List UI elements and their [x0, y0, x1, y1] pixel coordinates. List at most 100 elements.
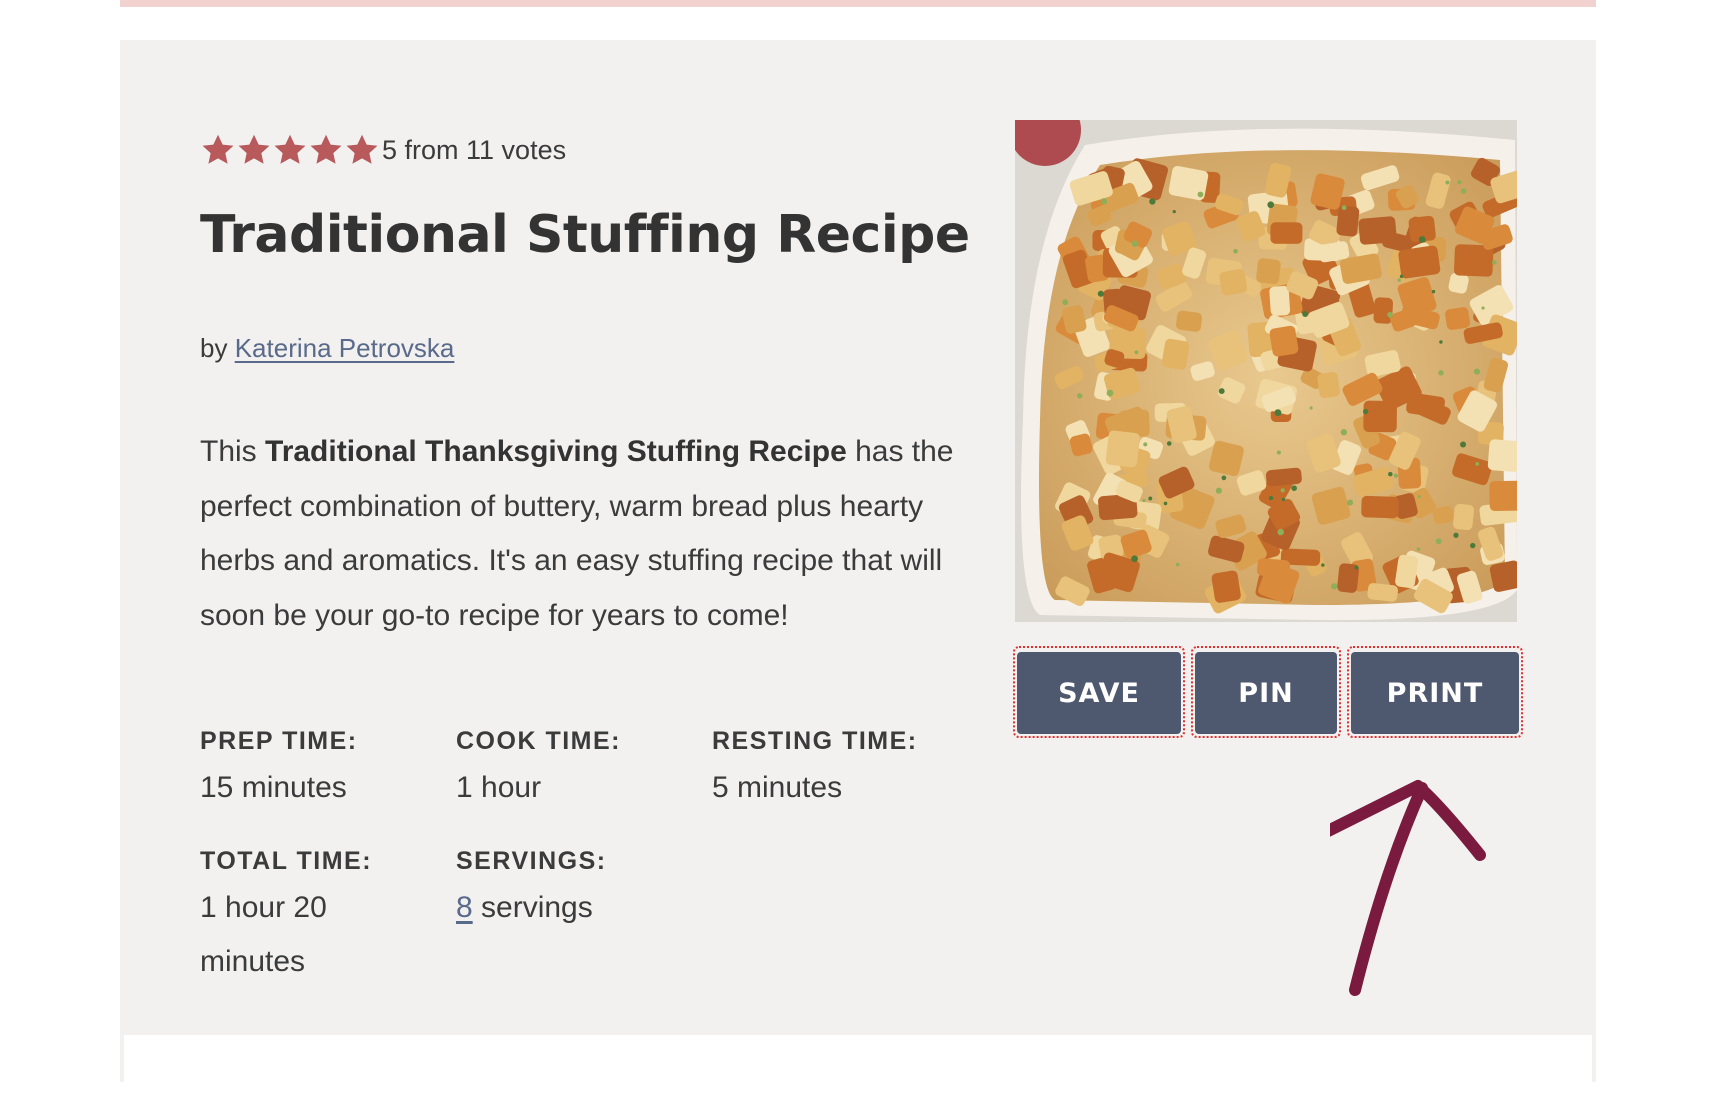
- recipe-rating[interactable]: 5 from 11 votes: [200, 130, 566, 170]
- bread-cube: [1265, 467, 1302, 487]
- rating-summary: 5 from 11 votes: [382, 134, 567, 165]
- herb-fleck: [1431, 289, 1436, 294]
- herb-fleck: [1142, 498, 1146, 503]
- summary-intro: This: [200, 435, 257, 468]
- herb-fleck: [1309, 406, 1313, 410]
- herb-fleck: [1473, 368, 1481, 375]
- recipe-photo: [1015, 120, 1517, 622]
- author-link[interactable]: Katerina Petrovska: [235, 333, 455, 363]
- herb-fleck: [1457, 179, 1462, 185]
- bread-cube: [1269, 285, 1291, 316]
- herb-fleck: [1221, 475, 1227, 481]
- bread-cube: [1219, 269, 1248, 296]
- bread-cube: [1361, 495, 1399, 519]
- save-button[interactable]: SAVE: [1017, 652, 1181, 734]
- herb-fleck: [1097, 290, 1104, 297]
- print-button[interactable]: PRINT: [1351, 652, 1519, 734]
- servings-value: 8 servings: [456, 881, 696, 935]
- top-accent-bar: [120, 0, 1596, 7]
- pin-button[interactable]: PIN: [1195, 652, 1337, 734]
- herb-fleck: [1218, 388, 1225, 394]
- herb-fleck: [1276, 450, 1281, 455]
- herb-fleck: [1321, 563, 1325, 567]
- servings-label: SERVINGS:: [456, 847, 607, 875]
- rating-stars[interactable]: [200, 132, 380, 168]
- herb-fleck: [1268, 495, 1274, 501]
- cook-time-label: COOK TIME:: [456, 727, 621, 755]
- recipe-byline: by Katerina Petrovska: [200, 333, 454, 364]
- bread-cube: [1489, 480, 1517, 512]
- resting-time-label: RESTING TIME:: [712, 727, 918, 755]
- bread-cube: [1367, 583, 1398, 602]
- herb-fleck: [1330, 583, 1338, 590]
- herb-fleck: [1354, 565, 1359, 570]
- resting-time-value: 5 minutes: [712, 771, 843, 804]
- bread-cube: [1363, 400, 1397, 433]
- recipe-summary: This Traditional Thanksgiving Stuffing R…: [200, 425, 960, 643]
- herb-fleck: [1134, 350, 1139, 355]
- herb-fleck: [1076, 393, 1083, 399]
- bread-cube: [1453, 503, 1475, 531]
- herb-fleck: [1453, 532, 1459, 538]
- star-icon[interactable]: [272, 132, 308, 168]
- servings-count-link[interactable]: 8: [456, 891, 473, 924]
- bread-cube: [1175, 310, 1203, 332]
- summary-highlight: Traditional Thanksgiving Stuffing Recipe: [265, 435, 847, 468]
- herb-fleck: [1470, 542, 1476, 549]
- herb-fleck: [1416, 547, 1421, 551]
- herb-fleck: [1062, 299, 1069, 306]
- herb-fleck: [1280, 488, 1285, 493]
- herb-fleck: [1387, 312, 1393, 318]
- herb-fleck: [1460, 441, 1467, 448]
- herb-fleck: [1475, 462, 1480, 466]
- star-icon[interactable]: [344, 132, 380, 168]
- star-icon[interactable]: [236, 132, 272, 168]
- bread-cube: [1445, 307, 1471, 330]
- herb-fleck: [1281, 497, 1286, 502]
- herb-fleck: [1399, 274, 1404, 279]
- herb-fleck: [1215, 487, 1222, 494]
- bread-cube: [1336, 205, 1360, 237]
- herb-fleck: [1131, 240, 1139, 247]
- herb-fleck: [1388, 471, 1393, 477]
- star-icon[interactable]: [308, 132, 344, 168]
- herb-fleck: [1166, 441, 1172, 446]
- total-time-value: 1 hour 20 minutes: [200, 891, 327, 978]
- total-time: TOTAL TIME: 1 hour 20 minutes: [200, 843, 415, 989]
- prep-time: PREP TIME: 15 minutes: [200, 723, 440, 815]
- bread-cube: [1487, 439, 1517, 472]
- servings: SERVINGS: 8 servings: [456, 843, 696, 935]
- total-time-label: TOTAL TIME:: [200, 847, 373, 875]
- prep-time-value: 15 minutes: [200, 771, 347, 804]
- recipe-card: 5 from 11 votes Traditional Stuffing Rec…: [120, 40, 1596, 1095]
- herb-fleck: [1435, 538, 1442, 545]
- herb-fleck: [1397, 278, 1401, 282]
- herb-fleck: [1277, 528, 1284, 536]
- recipe-title: Traditional Stuffing Recipe: [200, 205, 970, 265]
- bread-cube: [1398, 245, 1441, 279]
- servings-unit: servings: [481, 891, 593, 924]
- prep-time-label: PREP TIME:: [200, 727, 358, 755]
- herb-fleck: [1460, 188, 1467, 194]
- herb-fleck: [1148, 496, 1153, 501]
- herb-fleck: [1163, 501, 1168, 506]
- bread-cube: [1161, 338, 1190, 370]
- herb-fleck: [1340, 429, 1348, 436]
- herb-fleck: [1291, 485, 1297, 491]
- herb-fleck: [1393, 473, 1398, 478]
- herb-fleck: [1481, 306, 1485, 310]
- bread-cube: [1105, 430, 1140, 468]
- herb-fleck: [1100, 198, 1108, 205]
- cook-time-value: 1 hour: [456, 771, 542, 804]
- herb-fleck: [1172, 210, 1176, 214]
- bread-cube: [1270, 222, 1303, 244]
- herb-fleck: [1175, 562, 1180, 567]
- bread-cube: [1211, 570, 1241, 603]
- herb-fleck: [1149, 198, 1156, 205]
- herb-fleck: [1274, 409, 1282, 417]
- herb-fleck: [1362, 408, 1369, 415]
- herb-fleck: [1346, 499, 1354, 506]
- star-icon[interactable]: [200, 132, 236, 168]
- herb-fleck: [1438, 370, 1444, 376]
- herb-fleck: [1491, 260, 1497, 265]
